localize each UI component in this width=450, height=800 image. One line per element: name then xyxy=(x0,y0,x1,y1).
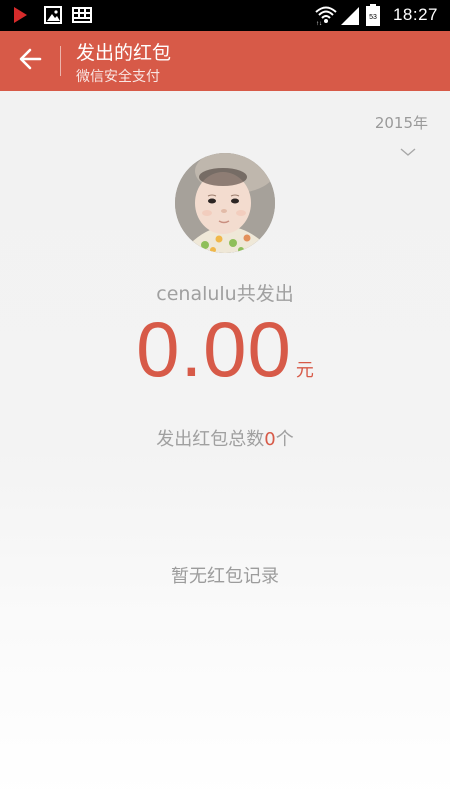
page-subtitle: 微信安全支付 xyxy=(76,69,160,85)
clock: 18:27 xyxy=(392,5,438,24)
year-selector[interactable]: 2015年 xyxy=(368,112,428,156)
svg-text:↑↓: ↑↓ xyxy=(316,21,322,26)
avatar xyxy=(175,153,275,253)
packet-count-suffix: 个 xyxy=(275,429,294,450)
chevron-down-icon xyxy=(400,142,416,161)
currency-unit: 元 xyxy=(295,360,314,381)
keyboard-icon xyxy=(71,6,93,28)
play-store-icon xyxy=(12,6,28,28)
page-title: 发出的红包 xyxy=(76,42,172,64)
app-bar-divider xyxy=(60,46,61,76)
amount-row: 0.00 元 xyxy=(0,308,450,390)
signal-icon xyxy=(340,6,360,30)
battery-level: 53 xyxy=(369,14,377,21)
screen: ↑↓ 53 18:27 发出的红包 微信安全支付 2015年 cenalulu共… xyxy=(0,0,450,800)
packet-count-value: 0 xyxy=(264,429,276,450)
status-bar: ↑↓ 53 18:27 xyxy=(0,0,450,31)
empty-state-message: 暂无红包记录 xyxy=(171,566,279,587)
sent-total-label: cenalulu共发出 xyxy=(156,283,294,305)
gallery-icon xyxy=(44,6,62,28)
year-label: 2015年 xyxy=(374,114,428,132)
back-button[interactable] xyxy=(8,41,52,81)
wifi-icon: ↑↓ xyxy=(314,4,338,30)
app-bar: 发出的红包 微信安全支付 xyxy=(0,31,450,91)
amount-value: 0.00 xyxy=(136,305,292,393)
back-arrow-icon xyxy=(18,48,42,74)
packet-count-prefix: 发出红包总数 xyxy=(156,429,265,450)
packet-count-line: 发出红包总数0个 xyxy=(0,425,450,451)
battery-icon: 53 xyxy=(366,4,380,30)
